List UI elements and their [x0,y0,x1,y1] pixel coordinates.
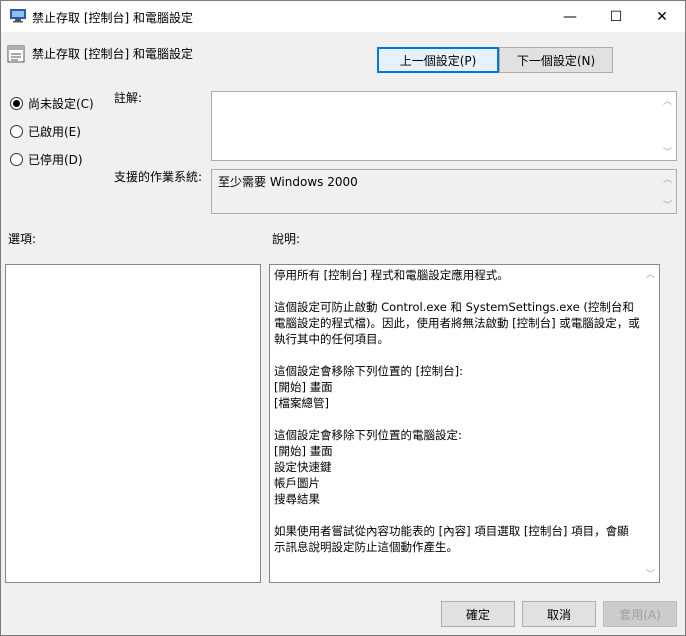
scroll-down-icon[interactable]: ﹀ [659,196,676,213]
help-label: 說明: [272,232,301,246]
help-scrollbar[interactable]: ︿ ﹀ [642,265,659,582]
minimize-button[interactable]: — [547,1,593,32]
title-bar[interactable]: 禁止存取 [控制台] 和電腦設定 — ☐ ✕ [1,1,685,32]
radio-indicator[interactable] [10,97,23,110]
window-title: 禁止存取 [控制台] 和電腦設定 [32,11,193,25]
radio-disabled[interactable]: 已停用(D) [10,151,83,168]
radio-not-configured[interactable]: 尚未設定(C) [10,95,94,112]
comment-scrollbar[interactable]: ︿ ﹀ [659,92,676,160]
radio-enabled[interactable]: 已啟用(E) [10,123,81,140]
cancel-button[interactable]: 取消 [522,601,596,627]
comment-label: 註解: [114,91,143,105]
policy-window: 禁止存取 [控制台] 和電腦設定 — ☐ ✕ 禁止存取 [控制台] 和電腦設定 … [0,0,686,636]
radio-label: 已啟用(E) [28,125,81,139]
scroll-up-icon[interactable]: ︿ [659,170,676,187]
radio-label: 尚未設定(C) [28,97,94,111]
next-setting-button[interactable]: 下一個設定(N) [499,47,613,73]
maximize-button[interactable]: ☐ [593,1,639,32]
options-label: 選項: [8,232,37,246]
ok-button[interactable]: 確定 [441,601,515,627]
scroll-up-icon[interactable]: ︿ [659,92,676,109]
scroll-up-icon[interactable]: ︿ [642,265,659,282]
supported-on-scrollbar[interactable]: ︿ ﹀ [659,170,676,213]
options-pane[interactable] [5,264,261,583]
supported-on-label: 支援的作業系統: [114,170,203,184]
help-text: 停用所有 [控制台] 程式和電腦設定應用程式。 這個設定可防止啟動 Contro… [274,268,640,554]
help-pane[interactable]: 停用所有 [控制台] 程式和電腦設定應用程式。 這個設定可防止啟動 Contro… [269,264,660,583]
comment-textarea[interactable]: ︿ ﹀ [211,91,677,161]
previous-setting-button[interactable]: 上一個設定(P) [377,47,499,73]
apply-button[interactable]: 套用(A) [603,601,677,627]
supported-on-box[interactable]: 至少需要 Windows 2000 ︿ ﹀ [211,169,677,214]
scroll-down-icon[interactable]: ﹀ [659,143,676,160]
close-button[interactable]: ✕ [639,1,685,32]
policy-title: 禁止存取 [控制台] 和電腦設定 [32,47,193,61]
scroll-down-icon[interactable]: ﹀ [642,565,659,582]
supported-on-value: 至少需要 Windows 2000 [218,175,358,189]
radio-label: 已停用(D) [28,153,83,167]
radio-indicator[interactable] [10,153,23,166]
policy-setting-icon [7,45,25,63]
radio-indicator[interactable] [10,125,23,138]
app-icon [10,9,26,23]
